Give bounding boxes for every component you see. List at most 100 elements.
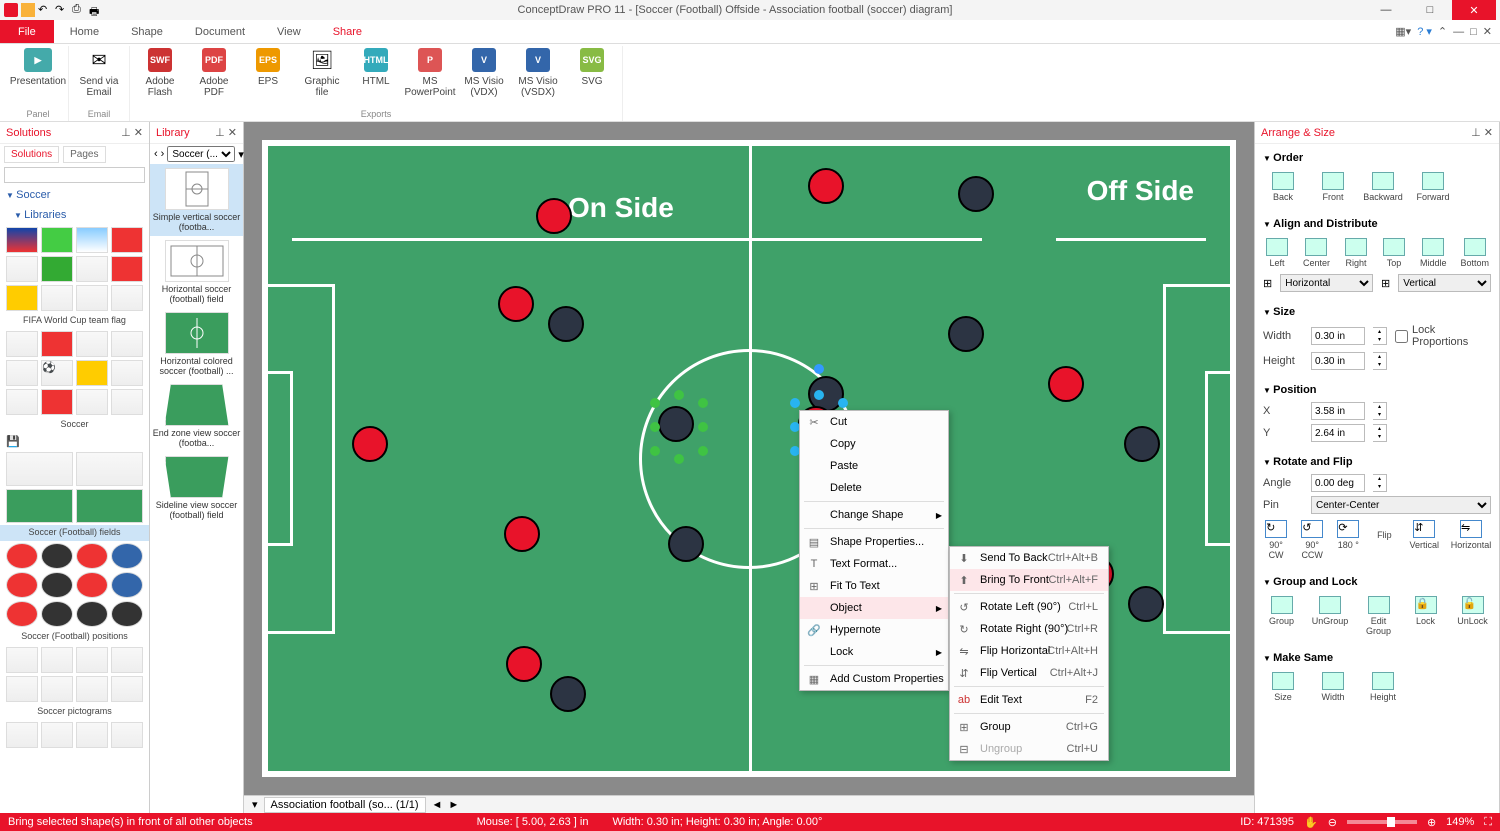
sect-align[interactable]: Align and Distribute [1263,214,1491,234]
vdx-button[interactable]: VMS Visio (VDX) [460,46,508,98]
lib-picto-grid[interactable] [0,645,149,704]
dist-v-select[interactable]: Vertical [1398,274,1491,292]
sect-grouplock[interactable]: Group and Lock [1263,572,1491,592]
child-restore-icon[interactable]: — [1453,26,1464,38]
ctx-group[interactable]: ⊞GroupCtrl+G [950,716,1108,738]
tab-pages[interactable]: Pages [63,146,105,163]
lib-picto-label[interactable]: Soccer pictograms [0,704,149,720]
graphic-button[interactable]: 🖼Graphic file [298,46,346,98]
align-center[interactable]: Center [1303,238,1330,268]
player-red[interactable] [536,198,572,234]
solutions-search[interactable] [4,167,145,183]
order-forward[interactable]: Forward [1415,172,1451,202]
fit-icon[interactable]: ⛶ [1484,816,1492,829]
close-button[interactable]: ✕ [1452,0,1496,20]
player-red[interactable] [504,516,540,552]
shape-endzone[interactable]: End zone view soccer (footba... [150,380,243,452]
shape-horizontal[interactable]: Horizontal soccer (football) field [150,236,243,308]
ctx-change-shape[interactable]: Change Shape▶ [800,504,948,526]
makesame-size[interactable]: Size [1265,672,1301,702]
ctx-paste[interactable]: Paste [800,455,948,477]
canvas[interactable]: On Side Off Side [244,122,1254,813]
lib-fields-grid[interactable] [0,450,149,525]
width-spinner[interactable]: ▴▾ [1373,327,1387,345]
player-blue[interactable] [550,676,586,712]
player-red[interactable] [1048,366,1084,402]
child-close-icon[interactable]: ✕ [1483,25,1492,38]
library-select[interactable]: Soccer (... [167,146,235,162]
section-libraries[interactable]: Libraries [0,205,149,225]
tab-scroll-right[interactable]: ► [448,799,459,811]
lib-back-icon[interactable]: ‹ [154,148,158,160]
ctx-rotate-right[interactable]: ↻Rotate Right (90°)Ctrl+R [950,618,1108,640]
lib-fwd-icon[interactable]: › [161,148,165,160]
player-red[interactable] [352,426,388,462]
player-blue[interactable] [668,526,704,562]
angle-input[interactable] [1311,474,1365,492]
dist-v-icon[interactable]: ⊞ [1381,277,1390,290]
menu-view[interactable]: View [261,20,317,43]
menu-document[interactable]: Document [179,20,261,43]
x-input[interactable] [1311,402,1365,420]
maximize-button[interactable]: □ [1408,0,1452,20]
lib-positions-label[interactable]: Soccer (Football) positions [0,629,149,645]
ctx-flip-v[interactable]: ⇵Flip VerticalCtrl+Alt+J [950,662,1108,684]
tab-scroll-left[interactable]: ◄ [432,799,443,811]
qat-save-icon[interactable]: ⎙ [72,3,86,17]
ctx-cut[interactable]: ✂Cut [800,411,948,433]
makesame-height[interactable]: Height [1365,672,1401,702]
qat-undo-icon[interactable]: ↶ [38,3,52,17]
lock-btn[interactable]: 🔒Lock [1409,596,1442,636]
save-lib-icon[interactable]: 💾 [6,436,20,448]
lib-soccer-grid[interactable]: ⚽ [0,329,149,417]
rotate-90ccw[interactable]: ↺90° CCW [1301,520,1323,560]
player-blue[interactable] [1128,586,1164,622]
makesame-width[interactable]: Width [1315,672,1351,702]
align-right[interactable]: Right [1344,238,1368,268]
ctx-flip-h[interactable]: ⇋Flip HorizontalCtrl+Alt+H [950,640,1108,662]
section-soccer[interactable]: Soccer [0,185,149,205]
tab-menu-icon[interactable]: ▾ [252,798,258,811]
menu-share[interactable]: Share [317,20,378,43]
child-max-icon[interactable]: □ [1470,26,1477,38]
eps-button[interactable]: EPSEPS [244,46,292,98]
dist-h-select[interactable]: Horizontal [1280,274,1373,292]
ctx-lock[interactable]: Lock▶ [800,641,948,663]
shape-horizontal-colored[interactable]: Horizontal colored soccer (football) ... [150,308,243,380]
height-input[interactable] [1311,352,1365,370]
angle-spinner[interactable]: ▴▾ [1373,474,1387,492]
player-red[interactable] [808,168,844,204]
dist-h-icon[interactable]: ⊞ [1263,277,1272,290]
menu-shape[interactable]: Shape [115,20,179,43]
lib-fields-label[interactable]: Soccer (Football) fields [0,525,149,541]
sect-rotate[interactable]: Rotate and Flip [1263,452,1491,472]
y-spinner[interactable]: ▴▾ [1373,424,1387,442]
document-tab[interactable]: Association football (so... (1/1) [264,797,426,813]
player-blue[interactable] [1124,426,1160,462]
qat-redo-icon[interactable]: ↷ [55,3,69,17]
hand-icon[interactable]: ✋ [1304,816,1318,829]
player-blue[interactable] [548,306,584,342]
zoom-out-icon[interactable]: ⊖ [1328,816,1337,829]
minimize-button[interactable]: — [1364,0,1408,20]
menu-home[interactable]: Home [54,20,115,43]
ctx-send-back[interactable]: ⬇Send To BackCtrl+Alt+B [950,547,1108,569]
pin-select[interactable]: Center-Center [1311,496,1491,514]
sect-makesame[interactable]: Make Same [1263,648,1491,668]
lock-proportions-check[interactable] [1395,330,1408,343]
ctx-shape-props[interactable]: ▤Shape Properties... [800,531,948,553]
shape-simple-vertical[interactable]: Simple vertical soccer (footba... [150,164,243,236]
svg-button[interactable]: SVGSVG [568,46,616,98]
zoom-slider[interactable] [1347,820,1417,824]
tab-solutions[interactable]: Solutions [4,146,59,163]
ungroup-btn[interactable]: UnGroup [1312,596,1348,636]
sect-size[interactable]: Size [1263,302,1491,322]
lib-soccer-label[interactable]: Soccer [0,417,149,433]
ctx-hypernote[interactable]: 🔗Hypernote [800,619,948,641]
ctx-edit-text[interactable]: abEdit TextF2 [950,689,1108,711]
flip-horizontal[interactable]: ⇋Horizontal [1453,520,1489,560]
player-red[interactable] [498,286,534,322]
order-backward[interactable]: Backward [1365,172,1401,202]
align-top[interactable]: Top [1382,238,1406,268]
group-btn[interactable]: Group [1265,596,1298,636]
